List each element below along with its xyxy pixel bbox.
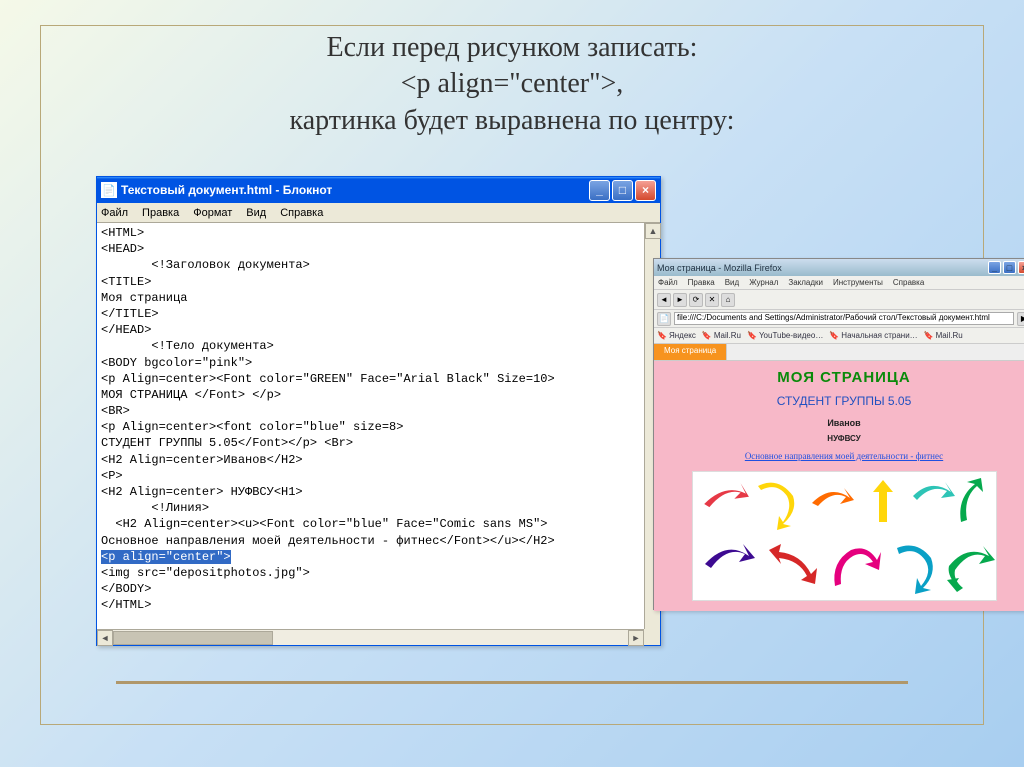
browser-toolbar: ◄ ► ⟳ ✕ ⌂ [654, 290, 1024, 310]
browser-tab[interactable]: Моя страница [654, 344, 727, 360]
notepad-titlebar[interactable]: 📄 Текстовый документ.html - Блокнот _ □ … [97, 177, 660, 203]
scroll-up-icon[interactable]: ▲ [645, 223, 661, 239]
address-input[interactable]: file:///C:/Documents and Settings/Admini… [674, 312, 1014, 325]
menu-help[interactable]: Справка [280, 207, 323, 219]
menu-view[interactable]: Вид [246, 207, 266, 219]
title-line-2: <p align="center">, [51, 66, 973, 102]
close-button[interactable]: × [635, 180, 656, 201]
br-menu-view[interactable]: Вид [725, 278, 739, 287]
slide-accent-line [116, 681, 908, 684]
bookmark-item[interactable]: 🔖Начальная страни… [829, 331, 917, 340]
go-icon[interactable]: ▶ [1017, 312, 1024, 326]
title-line-1: Если перед рисунком записать: [51, 30, 973, 66]
browser-maximize-button[interactable]: □ [1003, 261, 1016, 274]
stop-icon[interactable]: ✕ [705, 293, 719, 307]
menu-format[interactable]: Формат [193, 207, 232, 219]
browser-title-text: Моя страница - Mozilla Firefox [657, 263, 782, 273]
maximize-button[interactable]: □ [612, 180, 633, 201]
browser-tabstrip: Моя страница [654, 344, 1024, 361]
bookmark-item[interactable]: 🔖Mail.Ru [702, 331, 741, 340]
page-activity: Основное направления моей деятельности -… [654, 451, 1024, 461]
scrollbar-horizontal[interactable]: ◄ ► [97, 629, 644, 645]
notepad-title-text: Текстовый документ.html - Блокнот [121, 183, 332, 197]
br-menu-tools[interactable]: Инструменты [833, 278, 883, 287]
title-line-3: картинка будет выравнена по центру: [51, 103, 973, 139]
menu-edit[interactable]: Правка [142, 207, 179, 219]
menu-file[interactable]: Файл [101, 207, 128, 219]
bookmarks-bar: 🔖Яндекс 🔖Mail.Ru 🔖YouTube-видео… 🔖Началь… [654, 328, 1024, 344]
browser-titlebar[interactable]: Моя страница - Mozilla Firefox _ □ × [654, 259, 1024, 276]
scroll-left-icon[interactable]: ◄ [97, 630, 113, 646]
br-menu-edit[interactable]: Правка [688, 278, 715, 287]
page-uni: НУФВСУ [654, 434, 1024, 443]
br-menu-bookmarks[interactable]: Закладки [788, 278, 823, 287]
browser-close-button[interactable]: × [1018, 261, 1024, 274]
browser-addressbar: 📄 file:///C:/Documents and Settings/Admi… [654, 310, 1024, 328]
editor-area[interactable]: <HTML> <HEAD> <!Заголовок документа> <TI… [97, 223, 660, 621]
slide-title: Если перед рисунком записать: <p align="… [41, 26, 983, 149]
page-name: Иванов [654, 418, 1024, 428]
browser-window: Моя страница - Mozilla Firefox _ □ × Фай… [653, 258, 1024, 610]
browser-menubar: Файл Правка Вид Журнал Закладки Инструме… [654, 276, 1024, 290]
page-icon: 📄 [657, 312, 671, 326]
notepad-icon: 📄 [101, 182, 117, 198]
bookmark-item[interactable]: 🔖YouTube-видео… [747, 331, 823, 340]
br-menu-history[interactable]: Журнал [749, 278, 778, 287]
scroll-thumb[interactable] [113, 631, 273, 645]
page-subtitle: СТУДЕНТ ГРУППЫ 5.05 [654, 394, 1024, 408]
scroll-track[interactable] [113, 630, 628, 645]
br-menu-file[interactable]: Файл [658, 278, 678, 287]
back-icon[interactable]: ◄ [657, 293, 671, 307]
scroll-corner [644, 629, 660, 645]
notepad-window: 📄 Текстовый документ.html - Блокнот _ □ … [96, 176, 661, 646]
bookmark-item[interactable]: 🔖Mail.Ru [924, 331, 963, 340]
embedded-image [692, 471, 997, 601]
slide-frame: Если перед рисунком записать: <p align="… [40, 25, 984, 725]
minimize-button[interactable]: _ [589, 180, 610, 201]
reload-icon[interactable]: ⟳ [689, 293, 703, 307]
browser-minimize-button[interactable]: _ [988, 261, 1001, 274]
notepad-menubar: Файл Правка Формат Вид Справка [97, 203, 660, 223]
rendered-page: МОЯ СТРАНИЦА СТУДЕНТ ГРУППЫ 5.05 Иванов … [654, 361, 1024, 611]
forward-icon[interactable]: ► [673, 293, 687, 307]
br-menu-help[interactable]: Справка [893, 278, 924, 287]
scroll-right-icon[interactable]: ► [628, 630, 644, 646]
page-heading: МОЯ СТРАНИЦА [654, 369, 1024, 386]
home-icon[interactable]: ⌂ [721, 293, 735, 307]
bookmark-item[interactable]: 🔖Яндекс [657, 331, 696, 340]
